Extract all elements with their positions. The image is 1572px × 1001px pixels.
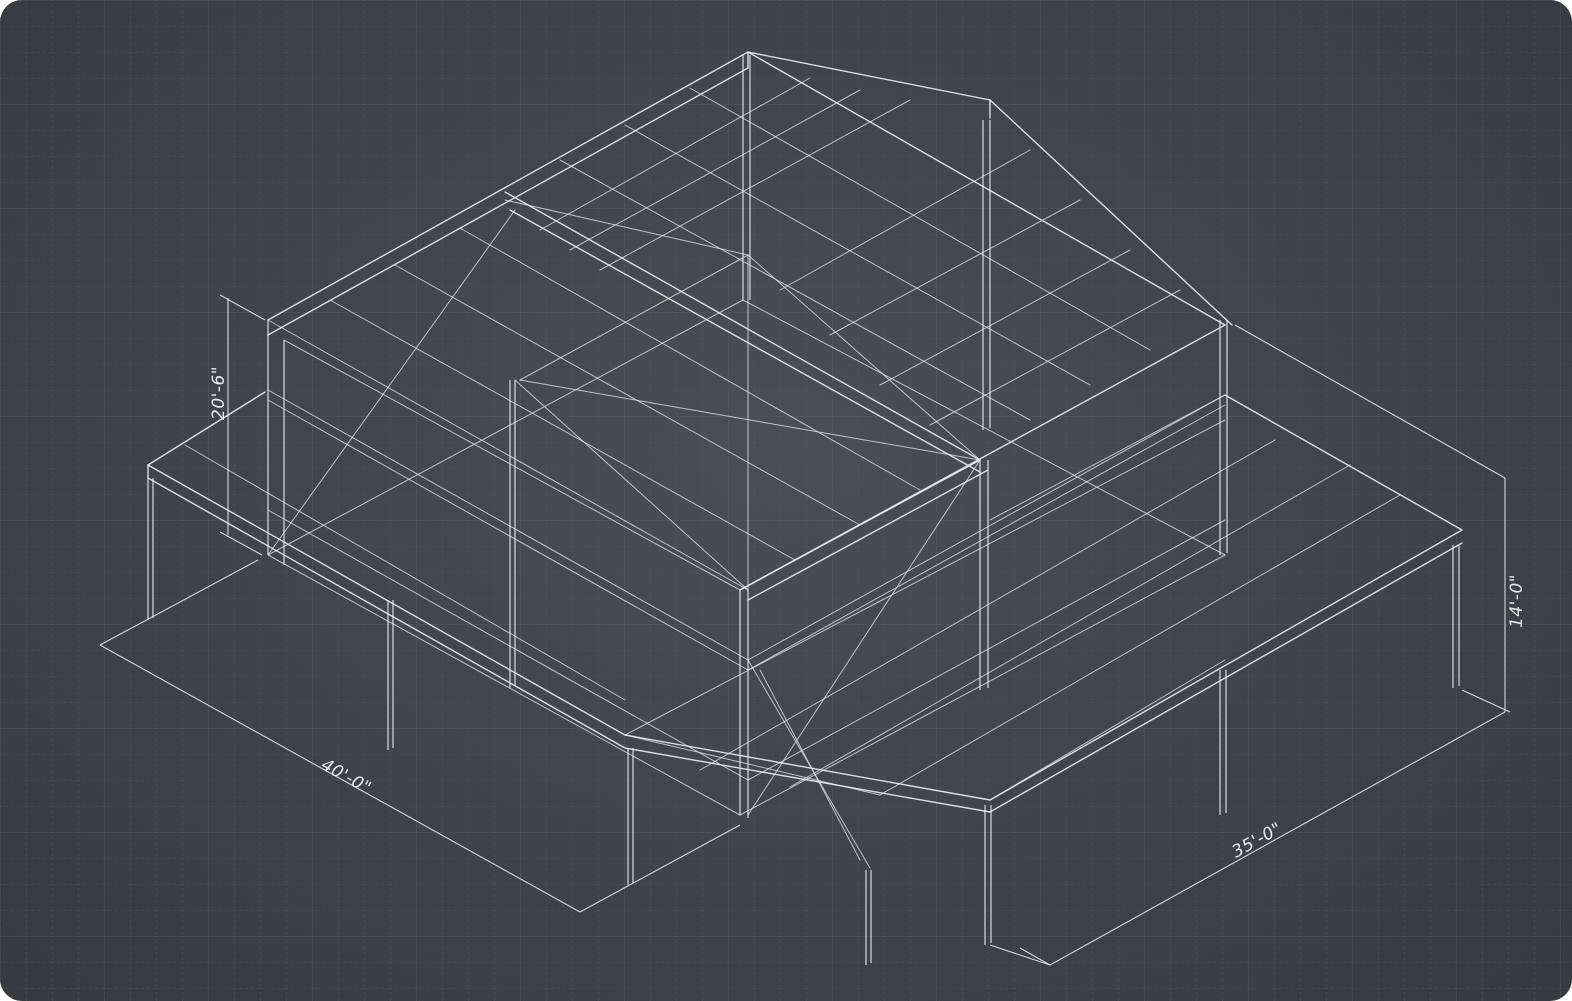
- blueprint-drawing: 40'-0" 35'-0" 14'-0" 20'-6": [0, 0, 1572, 1001]
- dimension-wall-height-label: 20'-6": [209, 366, 229, 420]
- dimension-eave-height-label: 14'-0": [1507, 574, 1527, 628]
- grid-major: [0, 0, 1572, 1001]
- blueprint-canvas: 40'-0" 35'-0" 14'-0" 20'-6": [0, 0, 1572, 1001]
